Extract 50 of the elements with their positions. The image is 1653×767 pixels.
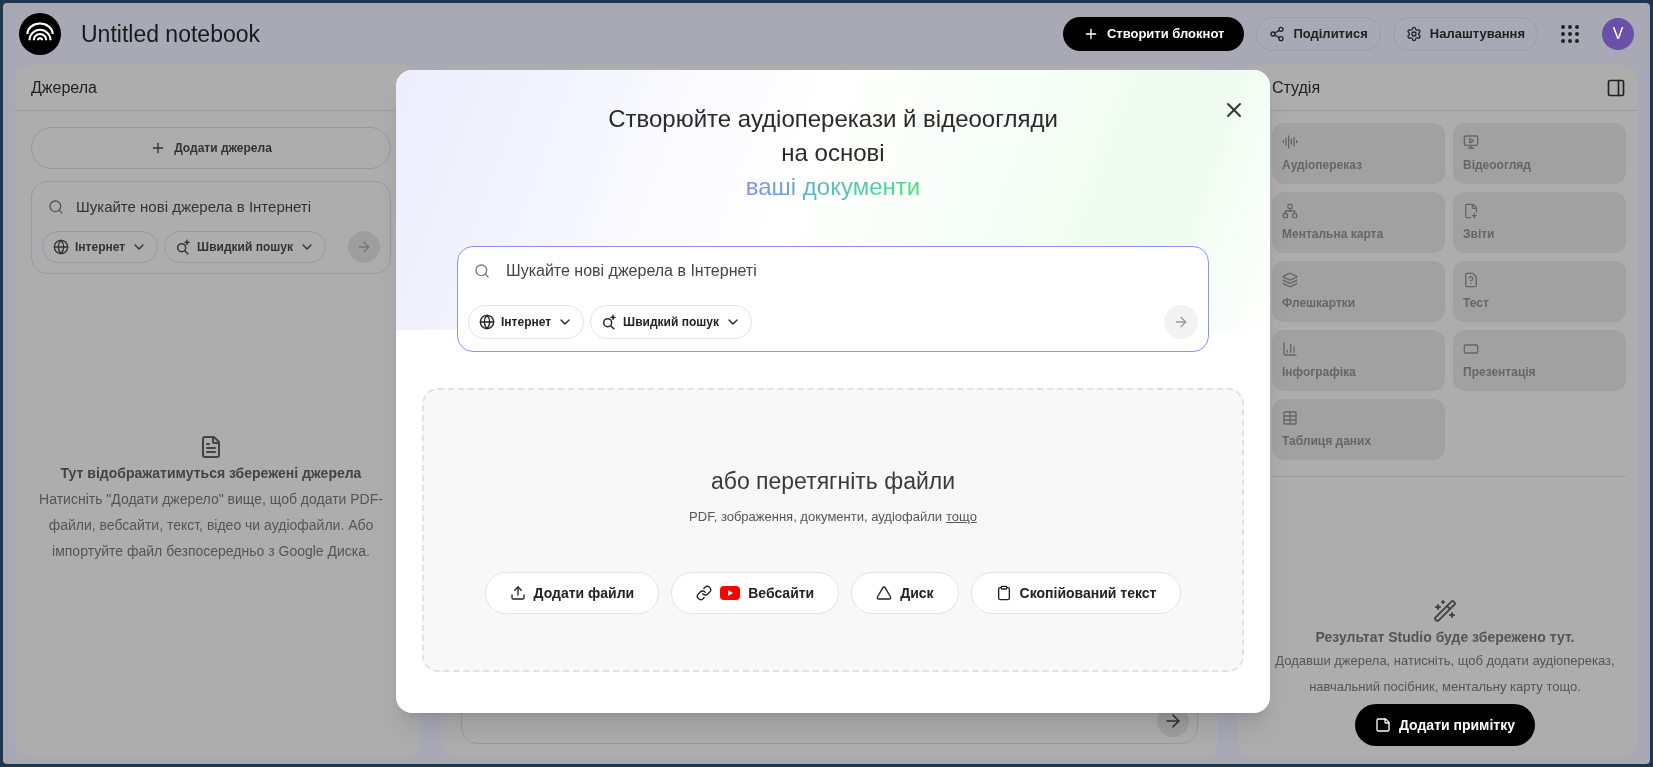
sparkle-search-icon: [601, 314, 618, 330]
notebook-title: Untitled notebook: [81, 19, 260, 49]
source-button[interactable]: Скопійований текст: [970, 572, 1182, 614]
search-icon: [474, 263, 490, 279]
avatar[interactable]: V: [1602, 18, 1634, 50]
source-button[interactable]: Диск: [851, 572, 959, 614]
magic-wand-icon: [1433, 599, 1457, 623]
share-icon: [1269, 26, 1286, 42]
clipboard-icon: [995, 585, 1012, 601]
empty-state-text: Додавши джерела, натисніть, щоб додати аудіопереказ, навчальний посібник, ментальну карту тощо.: [1274, 652, 1616, 696]
bar-chart-icon: [1282, 340, 1298, 357]
file-drop-zone[interactable]: або перетягніть файли PDF, зображення, документи, аудіофайли тощо Додати файли Вебсайти Диск Скопійований текст: [422, 388, 1244, 672]
video-icon: [1463, 133, 1479, 150]
note-icon: [1374, 717, 1391, 733]
audio-lines-icon: [1282, 133, 1298, 150]
sparkle-search-icon: [175, 238, 192, 255]
panel-toggle-icon[interactable]: [1606, 77, 1626, 98]
empty-state-title: Результат Studio буде збережено тут.: [1315, 628, 1575, 647]
more-link[interactable]: тощо: [946, 506, 977, 526]
search-field[interactable]: Шукайте нові джерела в Інтернеті: [506, 259, 1192, 283]
document-icon: [199, 435, 223, 460]
source-button[interactable]: Додати файли: [484, 572, 660, 614]
drop-zone-subtitle: PDF, зображення, документи, аудіофайли: [689, 507, 943, 526]
empty-state-text: Натисніть "Додати джерело" вище, щоб додати PDF-файли, вебсайти, текст, відео чи аудіофайли. Або імпортуйте файл безпосередньо з Google Диска.: [38, 490, 384, 562]
report-icon: [1463, 202, 1479, 219]
drop-zone-title: або перетягніть файли: [710, 467, 956, 496]
arrow-right-icon: [1173, 314, 1189, 330]
panel-title: Джерела: [31, 77, 97, 98]
quiz-icon: [1463, 271, 1479, 288]
logo-icon: [19, 13, 61, 55]
globe-icon: [53, 238, 69, 255]
panel-title: Студія: [1272, 77, 1321, 98]
add-note-button[interactable]: Додати примітку: [1354, 704, 1535, 746]
globe-icon: [479, 314, 495, 330]
apps-grid-icon[interactable]: [1558, 22, 1582, 46]
upload-icon: [509, 585, 526, 601]
drive-icon: [876, 585, 893, 601]
dialog-title: Створюйте аудіоперекази й відеоогляди: [608, 104, 1058, 134]
link-icon: [696, 585, 713, 601]
dialog-title: на основі: [781, 138, 885, 168]
mind-map-icon: [1282, 202, 1298, 219]
table-icon: [1282, 409, 1298, 426]
cards-icon: [1282, 271, 1298, 288]
video-play-icon: [720, 585, 741, 601]
settings-icon: [1405, 26, 1422, 42]
create-notebook-button[interactable]: Створити блокнот: [1062, 17, 1245, 51]
search-field[interactable]: Шукайте нові джерела в Інтернеті: [76, 196, 374, 219]
search-icon: [48, 199, 64, 216]
source-button[interactable]: Вебсайти: [671, 572, 840, 614]
empty-state-title: Тут відображатимуться збережені джерела: [60, 464, 362, 484]
